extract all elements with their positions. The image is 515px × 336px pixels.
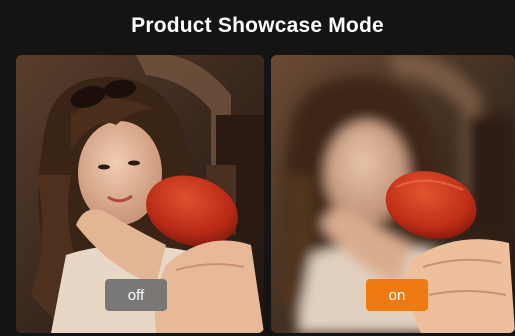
showcase-on-button[interactable]: on [366,279,428,311]
comparison-panel-off: off [16,55,264,333]
page-title: Product Showcase Mode [131,14,384,37]
showcase-off-button[interactable]: off [105,279,167,311]
comparison-panel-on: on [271,55,515,333]
